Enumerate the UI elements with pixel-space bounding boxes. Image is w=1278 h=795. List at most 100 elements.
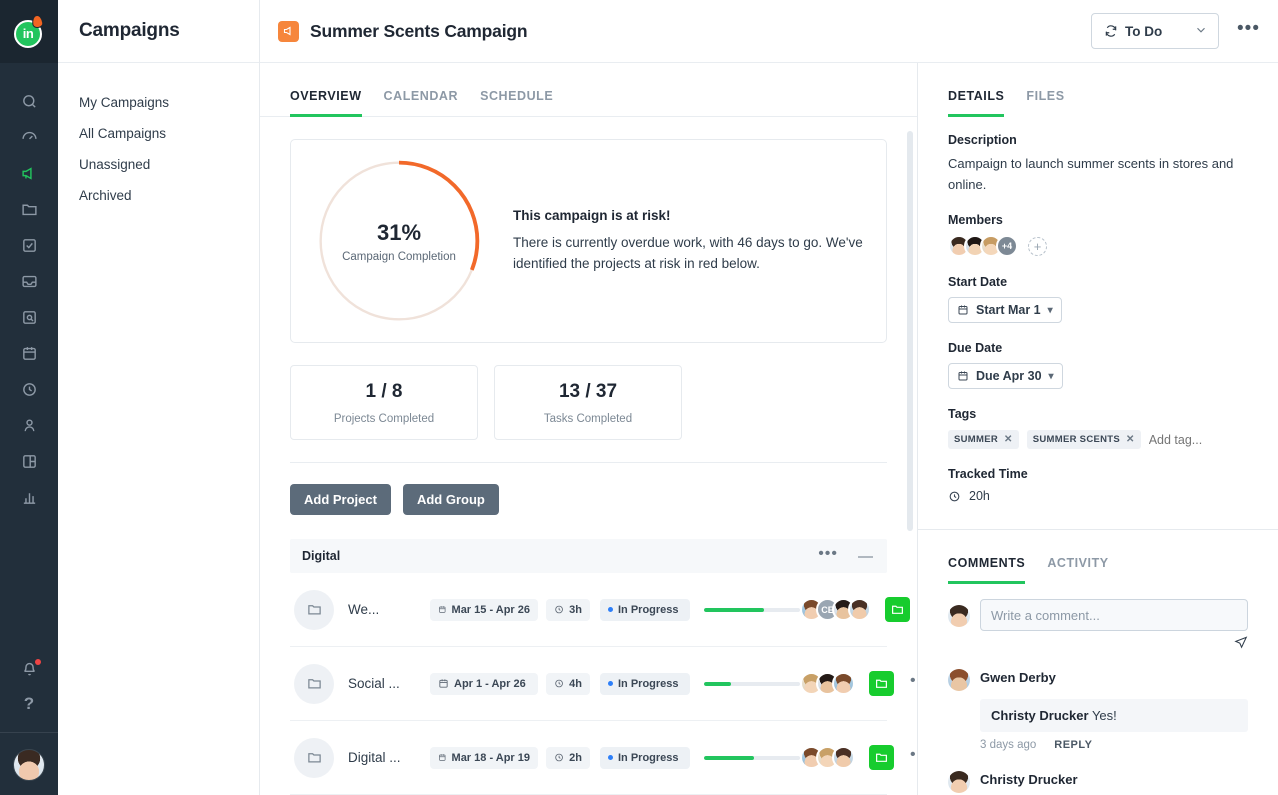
campaigns-megaphone-icon[interactable] [0, 155, 58, 191]
status-badge[interactable]: In Progress [600, 746, 690, 769]
due-date-button[interactable]: Due Apr 30 ▾ [948, 363, 1063, 390]
tab-files[interactable]: FILES [1026, 89, 1064, 117]
campaign-more-button[interactable]: ••• [1237, 19, 1260, 44]
row-more-button[interactable]: ••• [910, 747, 917, 768]
comment-input[interactable] [980, 599, 1248, 632]
table-row[interactable]: We... Mar 15 - Apr 26 3h In Progress CE [290, 573, 910, 647]
boards-icon[interactable] [0, 443, 58, 479]
description-text: Campaign to launch summer scents in stor… [948, 156, 1234, 192]
open-project-button[interactable] [869, 671, 894, 696]
group-name: Digital [302, 549, 341, 563]
app-logo[interactable]: in [0, 0, 58, 63]
tasks-checkbox-icon[interactable] [0, 227, 58, 263]
details-tabs: DETAILS FILES [918, 63, 1278, 117]
stats-row: 1 / 8 Projects Completed 13 / 37 Tasks C… [290, 365, 887, 440]
calendar-icon[interactable] [0, 335, 58, 371]
tracked-time-block: Tracked Time 20h [948, 467, 1248, 503]
project-avatars [800, 672, 855, 695]
project-name: Digital ... [348, 750, 401, 765]
due-date-value: Due Apr 30 [976, 369, 1042, 384]
reports-chart-icon[interactable] [0, 479, 58, 515]
group-actions: ••• — [818, 545, 873, 567]
tags-label: Tags [948, 407, 977, 422]
close-icon[interactable]: ✕ [1126, 434, 1135, 445]
project-progress-bar [704, 607, 800, 612]
add-member-button[interactable]: + [1028, 236, 1047, 256]
status-dot-icon [608, 755, 613, 760]
avatar[interactable] [848, 598, 871, 621]
current-user-avatar[interactable] [13, 749, 45, 781]
clock-icon [555, 753, 563, 762]
notifications-bell-icon[interactable] [0, 650, 58, 686]
group-collapse-button[interactable]: — [858, 549, 873, 564]
close-icon[interactable]: ✕ [1004, 434, 1013, 445]
people-icon[interactable] [0, 407, 58, 443]
tracked-time-value: 20h [969, 489, 990, 504]
send-comment-button[interactable] [918, 631, 1278, 649]
members-avatars: +4 + [948, 235, 1248, 258]
project-folder-icon [294, 737, 334, 778]
table-row[interactable]: Digital ... Mar 18 - Apr 19 2h In Progre… [290, 721, 917, 795]
calendar-due-icon [958, 371, 968, 381]
tab-activity[interactable]: ACTIVITY [1047, 556, 1108, 584]
tab-details[interactable]: DETAILS [948, 89, 1005, 117]
row-more-button[interactable]: ••• [910, 673, 917, 694]
project-date-chip: Mar 18 - Apr 19 [430, 746, 538, 769]
tag-summer[interactable]: SUMMER ✕ [948, 430, 1019, 450]
stat-label: Projects Completed [333, 412, 435, 425]
comment-author: Gwen Derby [980, 669, 1056, 685]
group-more-button[interactable]: ••• [818, 545, 838, 567]
sidebar-item-all-campaigns[interactable]: All Campaigns [58, 118, 259, 149]
tab-comments[interactable]: COMMENTS [948, 556, 1026, 585]
open-project-button[interactable] [885, 597, 910, 622]
content-scrollbar[interactable] [907, 131, 913, 531]
members-overflow-count[interactable]: +4 [996, 235, 1018, 258]
members-block: Members +4 + [948, 213, 1248, 258]
reply-button[interactable]: REPLY [1054, 739, 1092, 751]
comment-header: Christy Drucker [948, 765, 1248, 794]
help-icon[interactable]: ? [0, 686, 58, 722]
avatar[interactable] [948, 669, 970, 692]
time-clock-icon[interactable] [0, 371, 58, 407]
inbox-icon[interactable] [0, 263, 58, 299]
sidebar-item-my-campaigns[interactable]: My Campaigns [58, 87, 259, 118]
tracked-time-row: 20h [948, 489, 1248, 503]
table-row[interactable]: Social ... Apr 1 - Apr 26 4h In Progress… [290, 647, 917, 721]
tag-label: SUMMER SCENTS [1032, 434, 1121, 446]
stat-value: 1 / 8 [365, 380, 403, 402]
campaign-megaphone-icon [278, 20, 299, 42]
campaign-topbar: Summer Scents Campaign To Do ••• [260, 0, 1278, 63]
overview-content: 31% Campaign Completion This campaign is… [260, 117, 917, 795]
add-tag-input[interactable] [1148, 432, 1237, 447]
status-badge[interactable]: In Progress [600, 598, 690, 621]
status-badge[interactable]: In Progress [600, 672, 690, 695]
tracked-time-label: Tracked Time [948, 467, 1028, 482]
campaign-title: Summer Scents Campaign [310, 20, 528, 41]
tab-overview[interactable]: OVERVIEW [290, 89, 362, 117]
tab-calendar[interactable]: CALENDAR [384, 89, 459, 117]
avatar[interactable] [832, 672, 855, 695]
projects-folder-icon[interactable] [0, 191, 58, 227]
tab-schedule[interactable]: SCHEDULE [480, 89, 553, 117]
dashboard-icon[interactable] [0, 119, 58, 155]
avatar[interactable] [832, 746, 855, 769]
sidebar-item-unassigned[interactable]: Unassigned [58, 149, 259, 180]
comment-mention[interactable]: Christy Drucker [991, 708, 1089, 723]
status-label: To Do [1125, 23, 1163, 39]
risk-body: There is currently overdue work, with 46… [513, 234, 863, 271]
content-split: OVERVIEW CALENDAR SCHEDULE 31% Campaign … [260, 63, 1278, 795]
avatar[interactable] [948, 771, 970, 794]
review-search-icon[interactable] [0, 299, 58, 335]
project-date-chip: Mar 15 - Apr 26 [430, 598, 538, 621]
search-icon[interactable] [0, 83, 58, 119]
open-project-button[interactable] [869, 745, 894, 770]
status-dot-icon [608, 681, 613, 686]
rail-divider [0, 732, 58, 733]
start-date-button[interactable]: Start Mar 1 ▾ [948, 297, 1062, 324]
status-dropdown[interactable]: To Do [1091, 13, 1220, 49]
add-group-button[interactable]: Add Group [402, 484, 499, 515]
sidebar-item-archived[interactable]: Archived [58, 180, 259, 211]
project-time: 4h [569, 677, 582, 690]
add-project-button[interactable]: Add Project [290, 484, 391, 515]
tag-summer-scents[interactable]: SUMMER SCENTS ✕ [1026, 430, 1141, 450]
